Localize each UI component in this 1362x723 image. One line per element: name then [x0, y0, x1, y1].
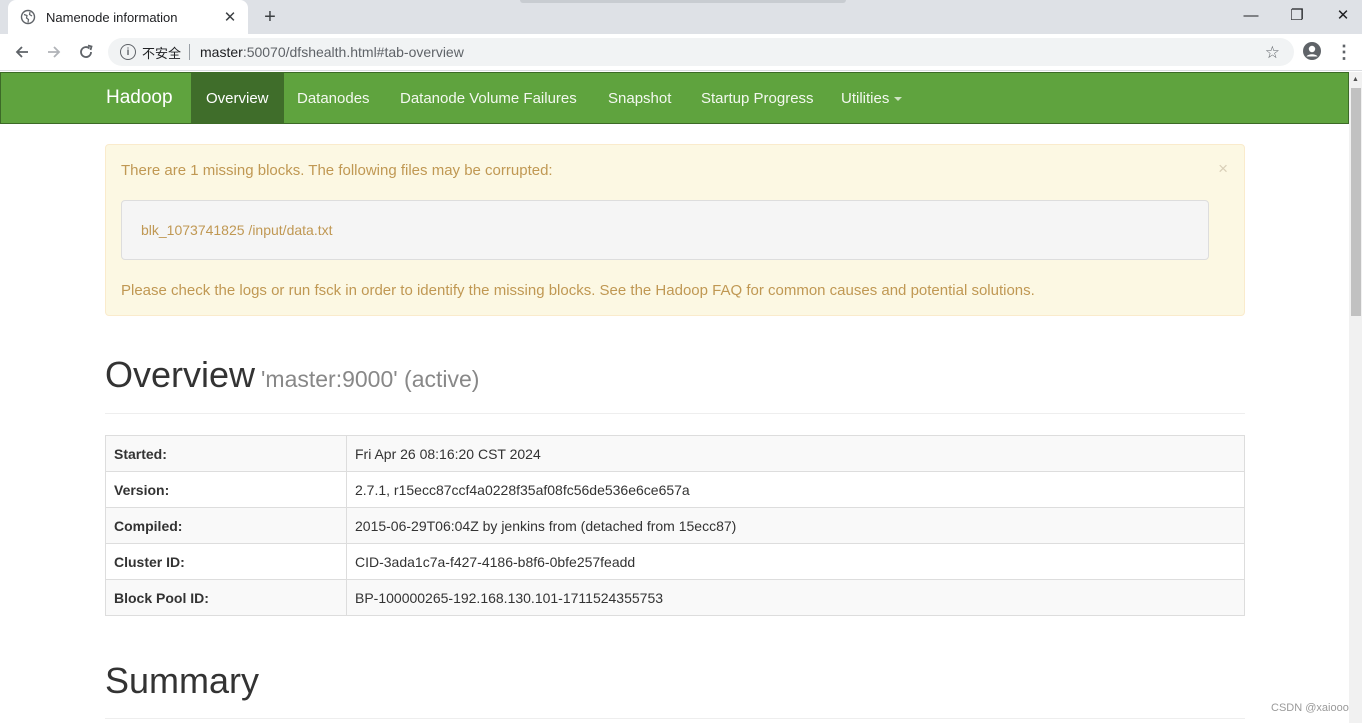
- info-icon[interactable]: i: [120, 44, 136, 60]
- row-value: 2015-06-29T06:04Z by jenkins from (detac…: [346, 507, 1245, 544]
- menu-dots-icon[interactable]: ⋮: [1334, 40, 1354, 64]
- alert-message: There are 1 missing blocks. The followin…: [121, 162, 553, 179]
- overview-table: Started: Fri Apr 26 08:16:20 CST 2024 Ve…: [105, 435, 1245, 616]
- nav-utilities[interactable]: Utilities: [841, 73, 903, 123]
- overview-heading: Overview: [105, 354, 256, 395]
- profile-icon[interactable]: [1300, 39, 1324, 63]
- summary-divider: [105, 718, 1245, 719]
- nav-datanodes[interactable]: Datanodes: [297, 73, 370, 123]
- caret-down-icon: [894, 97, 903, 102]
- overview-subtitle: 'master:9000' (active): [261, 366, 480, 392]
- summary-title: Summary: [105, 660, 260, 701]
- corrupt-file-entry: blk_1073741825 /input/data.txt: [141, 222, 333, 238]
- row-value: Fri Apr 26 08:16:20 CST 2024: [346, 435, 1245, 472]
- corrupt-files-list: blk_1073741825 /input/data.txt: [121, 200, 1209, 260]
- forward-arrow-icon[interactable]: [40, 38, 68, 66]
- row-label: Block Pool ID:: [105, 579, 347, 616]
- window-drag-strip: [520, 0, 846, 3]
- watermark: CSDN @xaiooo: [1271, 702, 1349, 714]
- minimize-button[interactable]: —: [1228, 0, 1274, 30]
- new-tab-button[interactable]: +: [257, 5, 283, 29]
- nav-overview[interactable]: Overview: [191, 73, 284, 123]
- alert-advice: Please check the logs or run fsck in ord…: [121, 282, 1035, 299]
- table-row: Version: 2.7.1, r15ecc87ccf4a0228f35af08…: [105, 471, 1245, 508]
- browser-tab-strip: Namenode information ✕ + — ❐ ✕: [0, 0, 1362, 34]
- globe-icon: [20, 9, 36, 25]
- overview-title: Overview'master:9000' (active): [105, 354, 479, 396]
- omnibox-divider: [189, 44, 191, 60]
- nav-startup-progress[interactable]: Startup Progress: [701, 73, 814, 123]
- alert-close-icon[interactable]: ×: [1218, 159, 1228, 179]
- back-arrow-icon[interactable]: [8, 38, 36, 66]
- row-value: BP-100000265-192.168.130.101-17115243557…: [346, 579, 1245, 616]
- nav-snapshot[interactable]: Snapshot: [608, 73, 671, 123]
- hadoop-navbar: Hadoop Overview Datanodes Datanode Volum…: [0, 72, 1349, 124]
- row-value: CID-3ada1c7a-f427-4186-b8f6-0bfe257feadd: [346, 543, 1245, 580]
- star-icon[interactable]: ☆: [1265, 43, 1280, 63]
- tab-close-icon[interactable]: ✕: [220, 7, 240, 27]
- table-row: Block Pool ID: BP-100000265-192.168.130.…: [105, 579, 1245, 616]
- security-label: 不安全: [142, 45, 182, 61]
- row-label: Compiled:: [105, 507, 347, 544]
- hadoop-brand[interactable]: Hadoop: [106, 73, 173, 123]
- tab-title: Namenode information: [46, 9, 178, 25]
- restore-button[interactable]: ❐: [1274, 0, 1320, 30]
- scrollbar-thumb[interactable]: [1351, 88, 1361, 316]
- row-label: Started:: [105, 435, 347, 472]
- nav-datanode-volume-failures[interactable]: Datanode Volume Failures: [400, 73, 577, 123]
- url-path: :50070/dfshealth.html#tab-overview: [242, 44, 464, 60]
- address-bar[interactable]: i 不安全 master:50070/dfshealth.html#tab-ov…: [108, 38, 1294, 66]
- row-value: 2.7.1, r15ecc87ccf4a0228f35af08fc56de536…: [346, 471, 1245, 508]
- browser-toolbar: i 不安全 master:50070/dfshealth.html#tab-ov…: [0, 34, 1362, 71]
- reload-icon[interactable]: [72, 38, 100, 66]
- table-row: Compiled: 2015-06-29T06:04Z by jenkins f…: [105, 507, 1245, 544]
- table-row: Cluster ID: CID-3ada1c7a-f427-4186-b8f6-…: [105, 543, 1245, 580]
- row-label: Version:: [105, 471, 347, 508]
- overview-divider: [105, 413, 1245, 414]
- table-row: Started: Fri Apr 26 08:16:20 CST 2024: [105, 435, 1245, 472]
- close-window-button[interactable]: ✕: [1320, 0, 1362, 30]
- scroll-up-arrow-icon[interactable]: ▲: [1349, 72, 1362, 86]
- url-host: master: [200, 44, 243, 60]
- row-label: Cluster ID:: [105, 543, 347, 580]
- browser-tab[interactable]: Namenode information ✕: [8, 0, 248, 34]
- missing-blocks-alert: There are 1 missing blocks. The followin…: [105, 144, 1245, 316]
- nav-utilities-label: Utilities: [841, 90, 890, 107]
